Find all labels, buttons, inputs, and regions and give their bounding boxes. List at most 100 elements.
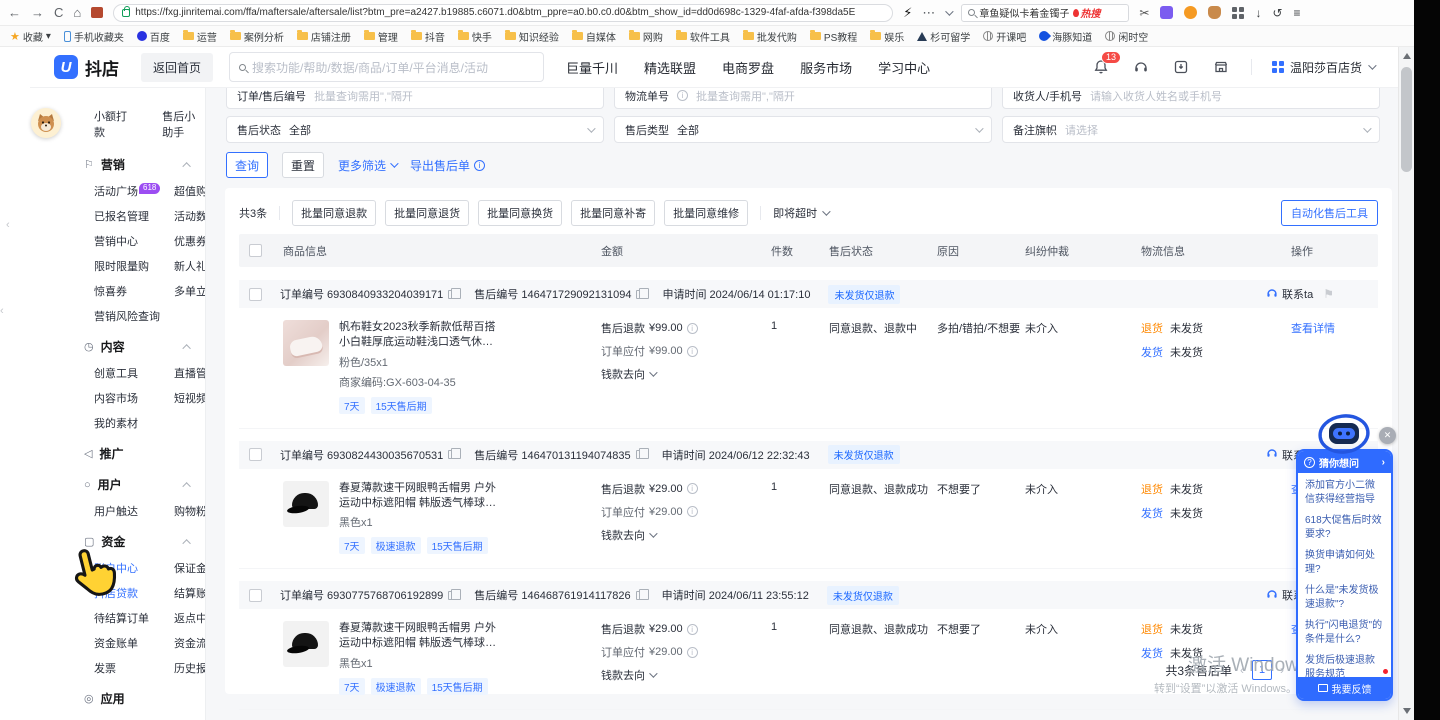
- product-tag-7天[interactable]: 7天: [339, 537, 365, 554]
- apps-grid-icon[interactable]: [1232, 7, 1244, 19]
- copy-icon[interactable]: [636, 290, 644, 299]
- bookmark-item[interactable]: 网购: [629, 29, 663, 44]
- sidebar-section-用户[interactable]: ○用户: [84, 476, 205, 493]
- next-page-icon[interactable]: ›: [1280, 663, 1284, 677]
- info-icon[interactable]: i: [687, 483, 698, 494]
- sidebar-item-活动广场[interactable]: 活动广场618: [94, 183, 174, 199]
- batch-button-批量同意维修[interactable]: 批量同意维修: [664, 200, 748, 226]
- shop-switcher[interactable]: 温阳莎百店货: [1272, 59, 1374, 76]
- logistics-tag[interactable]: 发货: [1141, 505, 1163, 521]
- workbench-download-icon[interactable]: [1171, 57, 1191, 77]
- row-checkbox[interactable]: [249, 589, 262, 602]
- top-nav-link[interactable]: 电商罗盘: [722, 58, 774, 77]
- sidebar-item-短视频创作[interactable]: 短视频创作: [174, 390, 206, 406]
- logistics-tag[interactable]: 退货: [1141, 481, 1163, 497]
- sidebar-item-待结算订单[interactable]: 待结算订单: [94, 610, 174, 626]
- aftersale-status-select[interactable]: 售后状态 全部: [226, 116, 604, 143]
- scroll-up-icon[interactable]: [1403, 53, 1411, 59]
- reset-button[interactable]: 重置: [282, 152, 324, 178]
- logistics-tag[interactable]: 发货: [1141, 344, 1163, 360]
- bookmark-item[interactable]: 海豚知道: [1039, 29, 1092, 44]
- product-tag-极速退款[interactable]: 极速退款: [371, 537, 421, 554]
- sidebar-item-已报名管理[interactable]: 已报名管理: [94, 208, 174, 224]
- sidebar-item-多单立减[interactable]: 多单立减NEW: [174, 283, 206, 299]
- feedback-button[interactable]: 我要反馈: [1298, 677, 1391, 699]
- bookmark-item[interactable]: ★收藏▾: [10, 29, 51, 44]
- page-number[interactable]: 1: [1252, 660, 1272, 680]
- bookmark-item[interactable]: 抖音: [411, 29, 445, 44]
- prev-page-icon[interactable]: ‹: [1240, 663, 1244, 677]
- bookmark-item[interactable]: 管理: [364, 29, 398, 44]
- sidebar-item-用户触达[interactable]: 用户触达: [94, 503, 174, 519]
- address-bar[interactable]: https://fxg.jinritemai.com/ffa/maftersal…: [113, 4, 893, 22]
- product-tag-15天售后期[interactable]: 15天售后期: [371, 397, 432, 414]
- product-title[interactable]: 春夏薄款速干网眼鸭舌帽男 户外运动中标遮阳帽 韩版透气棒球帽女: [339, 621, 499, 651]
- sidebar-item-营销风险查询[interactable]: 营销风险查询: [94, 308, 174, 324]
- bookmark-item[interactable]: 手机收藏夹: [64, 29, 124, 44]
- reload-icon[interactable]: C: [54, 6, 63, 19]
- bookmark-item[interactable]: 快手: [458, 29, 492, 44]
- copy-icon[interactable]: [448, 290, 456, 299]
- copy-icon[interactable]: [448, 591, 456, 600]
- tracking-no-filter[interactable]: 物流单号 i 批量查询需用","隔开: [614, 88, 992, 109]
- scissors-icon[interactable]: ✂: [1139, 6, 1149, 20]
- chevron-down-icon[interactable]: [946, 7, 954, 15]
- timeout-filter[interactable]: 即将超时: [773, 205, 828, 221]
- info-icon[interactable]: i: [687, 323, 698, 334]
- sidebar-item-返点中心[interactable]: 返点中心: [174, 610, 206, 626]
- flag-icon[interactable]: ⚑: [1323, 287, 1334, 301]
- back-home-button[interactable]: 返回首页: [141, 53, 213, 82]
- money-flow-link[interactable]: 钱款去向: [601, 366, 771, 382]
- back-icon[interactable]: ←: [8, 6, 21, 19]
- logistics-tag[interactable]: 退货: [1141, 621, 1163, 637]
- bookmark-item[interactable]: 批发代购: [743, 29, 797, 44]
- logistics-tag[interactable]: 退货: [1141, 320, 1163, 336]
- bookmark-item[interactable]: 知识经验: [505, 29, 559, 44]
- money-flow-link[interactable]: 钱款去向: [601, 667, 771, 683]
- top-nav-link[interactable]: 学习中心: [878, 58, 930, 77]
- sidebar-section-应用[interactable]: ◎应用: [84, 690, 205, 707]
- select-all-checkbox[interactable]: [249, 244, 262, 257]
- browser-search-box[interactable]: 章鱼疑似卡着金镯子 热搜: [961, 4, 1129, 22]
- bookmark-item[interactable]: 店铺注册: [297, 29, 351, 44]
- bookmark-item[interactable]: 开课吧: [983, 29, 1026, 44]
- scroll-down-icon[interactable]: [1403, 708, 1411, 714]
- sidebar-item-发票[interactable]: 发票: [94, 660, 174, 676]
- bookmark-item[interactable]: 自媒体: [572, 29, 616, 44]
- product-title[interactable]: 帆布鞋女2023秋季新款低帮百搭小白鞋厚底运动鞋浅口透气休闲…: [339, 320, 499, 350]
- sidebar-item-结算账单[interactable]: 结算账单: [174, 585, 206, 601]
- sidebar-item-购物粉丝团[interactable]: 购物粉丝团: [174, 503, 206, 519]
- money-flow-link[interactable]: 钱款去向: [601, 527, 771, 543]
- product-tag-极速退款[interactable]: 极速退款: [371, 678, 421, 695]
- sidebar-item-新人礼金[interactable]: 新人礼金: [174, 258, 206, 274]
- page-scrollbar[interactable]: [1398, 47, 1414, 720]
- download-icon[interactable]: ↓: [1255, 6, 1261, 20]
- row-checkbox[interactable]: [249, 288, 262, 301]
- sidebar-item-保证金账户[interactable]: 保证金账户: [174, 560, 206, 576]
- assistant-question[interactable]: 换货申请如何处理?: [1305, 549, 1384, 576]
- sidebar-item-直播管理[interactable]: 直播管理NEW: [174, 365, 206, 381]
- bookmark-item[interactable]: 百度: [137, 29, 170, 44]
- copy-icon[interactable]: [636, 450, 644, 459]
- product-tag-15天售后期[interactable]: 15天售后期: [427, 678, 488, 695]
- lightning-icon[interactable]: ⚡: [903, 6, 912, 19]
- sidebar-item-营销中心[interactable]: 营销中心: [94, 233, 174, 249]
- shiba-avatar-icon[interactable]: [31, 108, 61, 138]
- bookmark-item[interactable]: 软件工具: [676, 29, 730, 44]
- batch-button-批量同意退货[interactable]: 批量同意退货: [385, 200, 469, 226]
- home-icon[interactable]: ⌂: [73, 6, 81, 19]
- scrollbar-thumb[interactable]: [1401, 67, 1412, 172]
- assistant-robot-icon[interactable]: [1316, 412, 1372, 456]
- assistant-question[interactable]: 什么是"未发货极速退款"?: [1305, 584, 1384, 611]
- game-extension-icon[interactable]: [1184, 6, 1197, 19]
- sidebar-item-优惠券[interactable]: 优惠券: [174, 233, 206, 249]
- product-tag-7天[interactable]: 7天: [339, 678, 365, 695]
- sidebar-item-售后小助手[interactable]: 售后小助手: [162, 108, 205, 140]
- assistant-question[interactable]: 执行"闪电退货"的条件是什么?: [1305, 619, 1384, 646]
- auto-aftersale-tool-button[interactable]: 自动化售后工具: [1281, 200, 1378, 226]
- bookmark-item[interactable]: PS教程: [810, 29, 857, 44]
- row-checkbox[interactable]: [249, 448, 262, 461]
- headset-icon[interactable]: [1131, 57, 1151, 77]
- sidebar-item-资金账单[interactable]: 资金账单: [94, 635, 174, 651]
- top-nav-link[interactable]: 服务市场: [800, 58, 852, 77]
